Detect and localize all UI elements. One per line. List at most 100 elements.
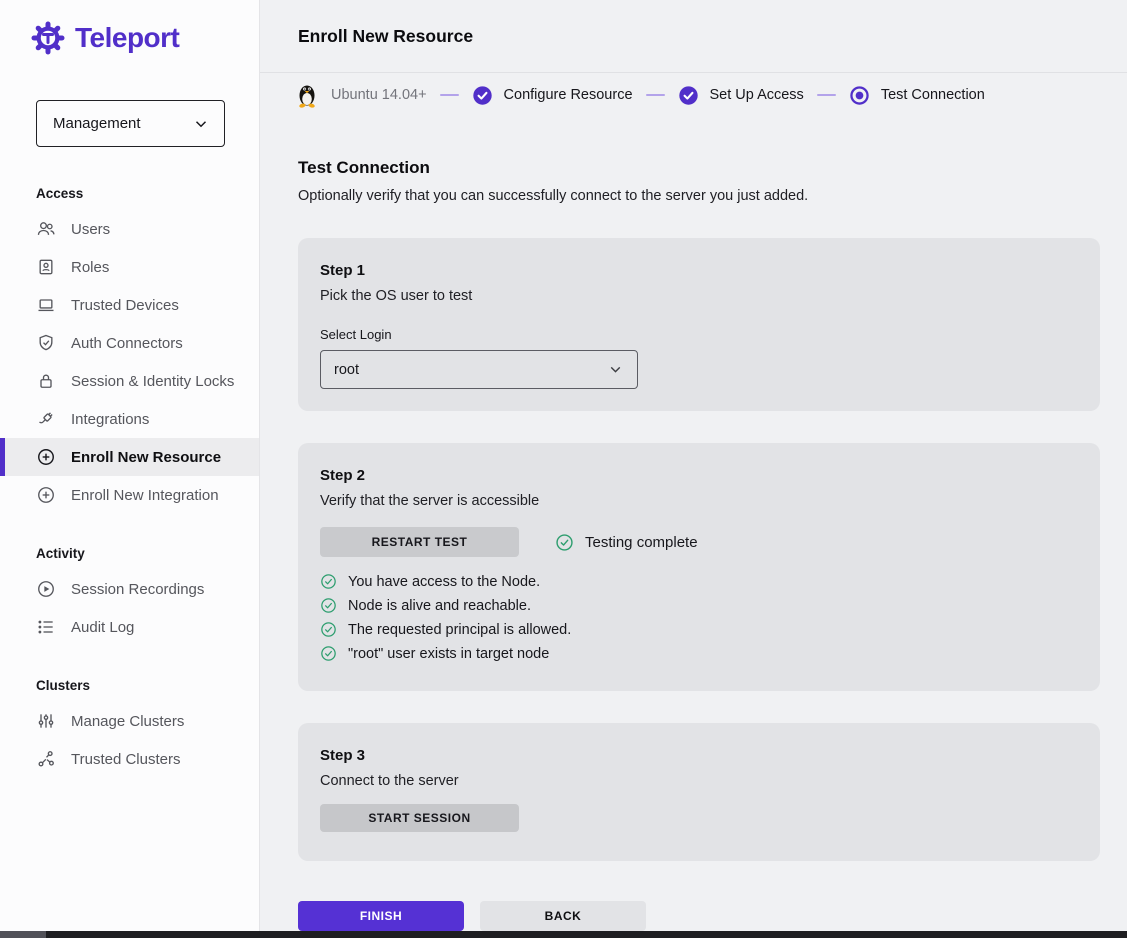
nav-item-label: Trusted Clusters xyxy=(71,751,180,768)
scrollbar-thumb[interactable] xyxy=(0,931,46,938)
step3-title: Step 3 xyxy=(320,747,1078,764)
check-circle-icon xyxy=(555,533,574,552)
sidebar-item-integrations[interactable]: Integrations xyxy=(0,400,259,438)
nav-section-clusters: Clusters xyxy=(0,668,259,702)
id-badge-icon xyxy=(36,257,56,277)
plug-icon xyxy=(36,409,56,429)
sidebar-item-users[interactable]: Users xyxy=(0,210,259,248)
check-item-text: "root" user exists in target node xyxy=(348,646,549,662)
plus-circle-icon xyxy=(36,485,56,505)
sidebar-item-audit-log[interactable]: Audit Log xyxy=(0,608,259,646)
lock-icon xyxy=(36,371,56,391)
page-header-title: Enroll New Resource xyxy=(298,26,473,47)
users-icon xyxy=(36,219,56,239)
wizard-actions: FINISH BACK xyxy=(298,901,646,931)
workspace-selector-value: Management xyxy=(53,115,141,132)
sidebar-item-roles[interactable]: Roles xyxy=(0,248,259,286)
sidebar-nav: Access Users Roles Trusted Devices Auth … xyxy=(0,176,259,778)
sidebar-item-manage-clusters[interactable]: Manage Clusters xyxy=(0,702,259,740)
enroll-stepper: Ubuntu 14.04+ Configure Resource Set Up … xyxy=(296,80,985,110)
sidebar-item-session-identity-locks[interactable]: Session & Identity Locks xyxy=(0,362,259,400)
step2-description: Verify that the server is accessible xyxy=(320,493,1078,509)
nav-section-activity: Activity xyxy=(0,536,259,570)
stepper-step-test-connection: Test Connection xyxy=(881,87,985,103)
step3-card: Step 3 Connect to the server START SESSI… xyxy=(298,723,1100,861)
start-session-button[interactable]: START SESSION xyxy=(320,804,519,832)
step1-card: Step 1 Pick the OS user to test Select L… xyxy=(298,238,1100,411)
chevron-down-icon xyxy=(192,115,210,133)
play-circle-icon xyxy=(36,579,56,599)
check-item-text: You have access to the Node. xyxy=(348,574,540,590)
test-check-list: You have access to the Node. Node is ali… xyxy=(320,573,1078,662)
sidebar-item-session-recordings[interactable]: Session Recordings xyxy=(0,570,259,608)
stepper-dash xyxy=(440,94,459,97)
nav-item-label: Session & Identity Locks xyxy=(71,373,234,390)
chevron-down-icon xyxy=(607,361,624,378)
check-circle-icon xyxy=(320,597,337,614)
step1-title: Step 1 xyxy=(320,262,1078,279)
login-select-value: root xyxy=(334,362,359,378)
nav-item-label: Roles xyxy=(71,259,109,276)
teleport-gear-icon xyxy=(30,20,66,56)
check-circle-icon xyxy=(320,645,337,662)
stepper-step-set-up-access: Set Up Access xyxy=(710,87,804,103)
step1-description: Pick the OS user to test xyxy=(320,288,1078,304)
step-done-icon xyxy=(472,85,493,106)
nav-item-label: Trusted Devices xyxy=(71,297,179,314)
step3-description: Connect to the server xyxy=(320,773,1078,789)
check-item: Node is alive and reachable. xyxy=(320,597,1078,614)
check-circle-icon xyxy=(320,573,337,590)
header-divider xyxy=(260,72,1127,73)
check-item: "root" user exists in target node xyxy=(320,645,1078,662)
stepper-dash xyxy=(817,94,836,97)
finish-button[interactable]: FINISH xyxy=(298,901,464,931)
network-icon xyxy=(36,749,56,769)
section-subtitle: Optionally verify that you can successfu… xyxy=(298,188,808,204)
sidebar-item-enroll-new-resource[interactable]: Enroll New Resource xyxy=(0,438,259,476)
nav-item-label: Audit Log xyxy=(71,619,134,636)
test-status: Testing complete xyxy=(555,533,698,552)
nav-item-label: Session Recordings xyxy=(71,581,204,598)
brand-name: Teleport xyxy=(75,22,179,54)
nav-item-label: Auth Connectors xyxy=(71,335,183,352)
shield-check-icon xyxy=(36,333,56,353)
linux-tux-icon xyxy=(296,82,318,108)
horizontal-scrollbar[interactable] xyxy=(0,931,1127,938)
sidebar: Teleport Management Access Users Roles T… xyxy=(0,0,260,938)
sidebar-item-trusted-devices[interactable]: Trusted Devices xyxy=(0,286,259,324)
step-active-icon xyxy=(849,85,870,106)
stepper-dash xyxy=(646,94,665,97)
nav-item-label: Users xyxy=(71,221,110,238)
test-status-text: Testing complete xyxy=(585,534,698,551)
step2-title: Step 2 xyxy=(320,467,1078,484)
check-item-text: Node is alive and reachable. xyxy=(348,598,531,614)
section-title: Test Connection xyxy=(298,158,430,178)
sidebar-item-trusted-clusters[interactable]: Trusted Clusters xyxy=(0,740,259,778)
sliders-icon xyxy=(36,711,56,731)
step2-card: Step 2 Verify that the server is accessi… xyxy=(298,443,1100,691)
list-icon xyxy=(36,617,56,637)
check-item: The requested principal is allowed. xyxy=(320,621,1078,638)
main-content: Enroll New Resource Ubuntu 14.04+ Config… xyxy=(260,0,1127,938)
nav-item-label: Integrations xyxy=(71,411,149,428)
check-item: You have access to the Node. xyxy=(320,573,1078,590)
back-button[interactable]: BACK xyxy=(480,901,646,931)
select-login-label: Select Login xyxy=(320,327,1078,342)
nav-item-label: Enroll New Resource xyxy=(71,449,221,466)
laptop-icon xyxy=(36,295,56,315)
check-circle-icon xyxy=(320,621,337,638)
sidebar-item-enroll-new-integration[interactable]: Enroll New Integration xyxy=(0,476,259,514)
check-item-text: The requested principal is allowed. xyxy=(348,622,571,638)
stepper-resource-label: Ubuntu 14.04+ xyxy=(331,87,427,103)
nav-section-access: Access xyxy=(0,176,259,210)
plus-circle-icon xyxy=(36,447,56,467)
step-done-icon xyxy=(678,85,699,106)
nav-item-label: Enroll New Integration xyxy=(71,487,219,504)
login-select[interactable]: root xyxy=(320,350,638,389)
workspace-selector[interactable]: Management xyxy=(36,100,225,147)
sidebar-item-auth-connectors[interactable]: Auth Connectors xyxy=(0,324,259,362)
stepper-step-configure-resource: Configure Resource xyxy=(504,87,633,103)
teleport-logo: Teleport xyxy=(30,20,179,56)
restart-test-button[interactable]: RESTART TEST xyxy=(320,527,519,557)
nav-item-label: Manage Clusters xyxy=(71,713,184,730)
